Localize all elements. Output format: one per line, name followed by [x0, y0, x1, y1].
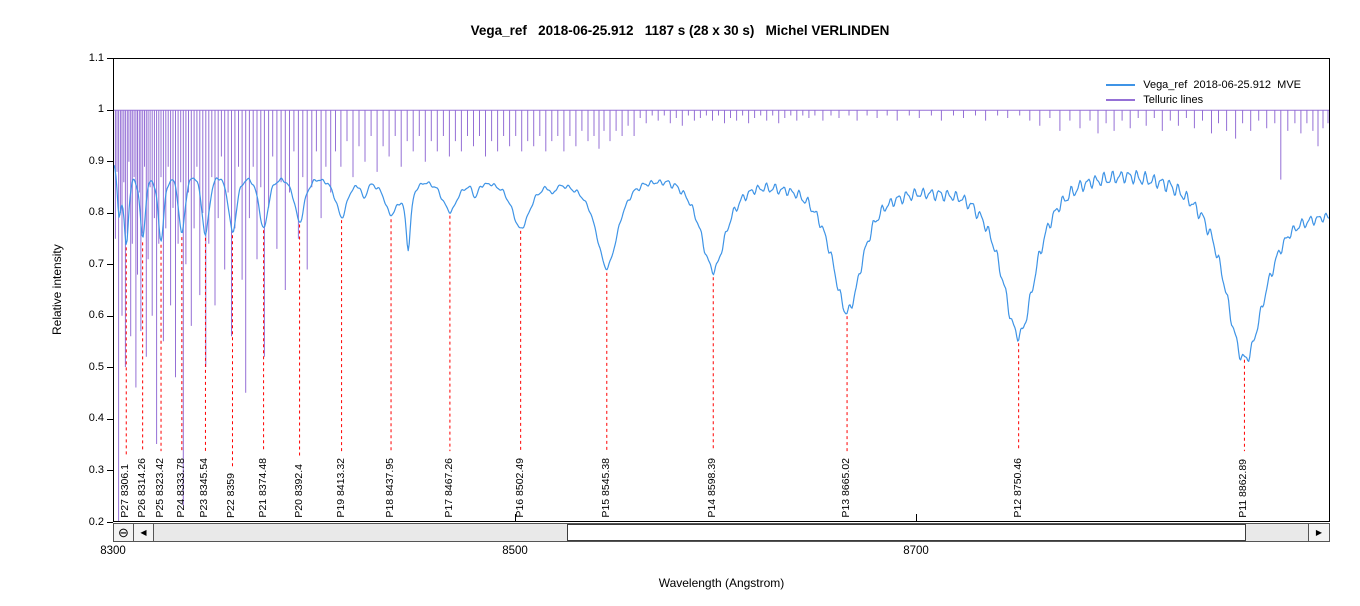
scroll-right-button[interactable]: ▶ — [1308, 524, 1329, 541]
marker-label: P19 8413.32 — [335, 458, 348, 518]
scrollbar-track[interactable] — [567, 524, 1246, 541]
y-tick-label: 0.3 — [58, 464, 104, 476]
y-tick-label: 0.6 — [58, 309, 104, 321]
marker-label: P15 8545.38 — [600, 458, 613, 518]
marker-label: P11 8862.89 — [1237, 459, 1250, 518]
y-tick-label: 0.9 — [58, 155, 104, 167]
y-tick-label: 0.4 — [58, 412, 104, 424]
y-tick-label: 0.8 — [58, 206, 104, 218]
zoom-out-button[interactable]: ⊖ — [114, 524, 134, 541]
zoom-out-icon: ⊖ — [118, 525, 129, 540]
right-arrow-icon: ▶ — [1316, 528, 1322, 537]
x-tick-label: 8500 — [485, 545, 545, 557]
legend-label: Telluric lines — [1143, 94, 1203, 106]
legend-line-sample — [1106, 99, 1135, 101]
legend-item: Vega_ref 2018-06-25.912 MVE — [1106, 77, 1301, 92]
marker-label: P21 8374.48 — [257, 458, 270, 518]
spectrum-canvas[interactable] — [114, 59, 1329, 521]
telluric-lines-curve — [114, 110, 1329, 521]
marker-label: P18 8437.95 — [384, 458, 397, 518]
legend-item: Telluric lines — [1106, 92, 1301, 107]
legend-label: Vega_ref 2018-06-25.912 MVE — [1143, 79, 1301, 91]
x-axis-label: Wavelength (Angstrom) — [113, 576, 1330, 590]
marker-label: P20 8392.4 — [293, 464, 306, 518]
marker-label: P22 8359 — [225, 473, 238, 518]
legend: Vega_ref 2018-06-25.912 MVE Telluric line… — [1106, 77, 1301, 107]
marker-label: P12 8750.46 — [1012, 458, 1025, 518]
spectrum-plot[interactable]: P27 8306.1 P26 8314.26 P25 8323.42 P24 8333… — [113, 58, 1330, 522]
x-tick-mark — [515, 514, 516, 521]
scroll-left-button[interactable]: ◀ — [134, 524, 154, 541]
y-tick-label: 0.7 — [58, 258, 104, 270]
marker-label: P13 8665.02 — [840, 458, 853, 518]
marker-label: P16 8502.49 — [514, 458, 527, 518]
y-tick-label: 0.2 — [58, 516, 104, 528]
marker-label: P26 8314.26 — [136, 458, 149, 518]
marker-label: P23 8345.54 — [198, 458, 211, 518]
y-tick-label: 0.5 — [58, 361, 104, 373]
scrollbar-end-cap — [1246, 524, 1308, 541]
y-axis-label: Relative intensity — [48, 58, 66, 522]
chart-title: Vega_ref 2018-06-25.912 1187 s (28 x 30 … — [0, 23, 1360, 38]
marker-label: P27 8306.1 — [119, 464, 132, 518]
marker-label: P24 8333.78 — [175, 458, 188, 518]
marker-label: P14 8598.39 — [706, 458, 719, 518]
x-tick-mark — [916, 514, 917, 521]
left-arrow-icon: ◀ — [140, 528, 146, 537]
y-tick-label: 1 — [58, 103, 104, 115]
scrollbar-thumb[interactable] — [154, 524, 567, 541]
x-tick-label: 8700 — [886, 545, 946, 557]
x-tick-label: 8300 — [83, 545, 143, 557]
star-spectrum-curve — [114, 165, 1329, 361]
legend-line-sample — [1106, 84, 1135, 86]
marker-label: P25 8323.42 — [154, 458, 167, 518]
marker-label: P17 8467.26 — [443, 458, 456, 518]
wavelength-scrollbar[interactable]: ⊖ ◀ ▶ — [113, 523, 1330, 542]
y-tick-label: 1.1 — [58, 52, 104, 64]
